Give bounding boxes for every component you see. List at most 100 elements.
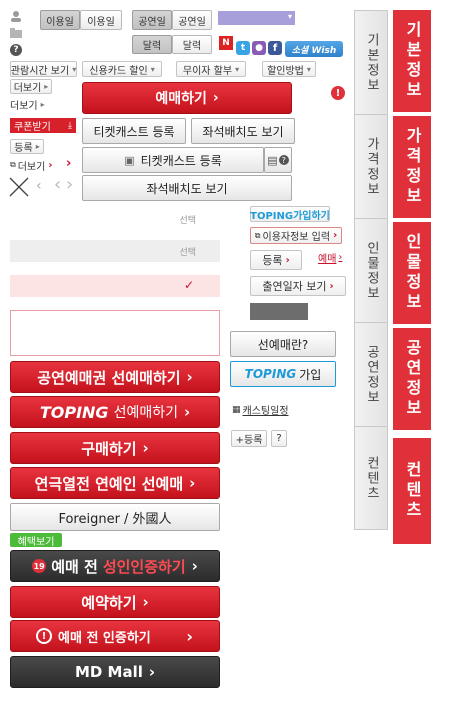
more-link-3[interactable]: ⧉ 더보기 › bbox=[10, 158, 52, 173]
date-toggle-on[interactable]: 이용일 bbox=[40, 10, 80, 30]
side-register-button[interactable]: 등록 › bbox=[250, 250, 302, 270]
perf-toggle-on[interactable]: 공연일 bbox=[132, 10, 172, 30]
tab-perf-info-red-label: 공연정보 bbox=[403, 339, 422, 419]
chevron-down-icon: ▾ bbox=[72, 64, 77, 74]
tab-perf-info-red[interactable]: 공연정보 bbox=[393, 328, 431, 432]
perf-toggle-off[interactable]: 공연일 bbox=[172, 10, 212, 30]
ticketcast-register-button[interactable]: 티켓캐스트 등록 bbox=[82, 118, 186, 144]
select-field-2[interactable]: 선택 bbox=[10, 240, 220, 262]
purchase-button[interactable]: 구매하기 › bbox=[10, 432, 220, 464]
arrow-left-icon[interactable]: ‹ bbox=[36, 178, 42, 194]
user-info-button[interactable]: ⧉ 이용자정보 입력 › bbox=[250, 227, 342, 244]
tab-perf-info-grey[interactable]: 공연정보 bbox=[354, 322, 388, 426]
adult-verify-button[interactable]: 19 예매 전 성인인증하기 › bbox=[10, 550, 220, 582]
toping-join-label: 가입 bbox=[299, 367, 322, 382]
casting-schedule-link[interactable]: ▦ 캐스팅일정 bbox=[232, 402, 289, 418]
plus-register-button[interactable]: +등록 bbox=[231, 430, 267, 447]
naver-blog-icon[interactable]: N bbox=[219, 36, 233, 50]
seat-view-button[interactable]: 좌석배치도 보기 bbox=[191, 118, 295, 144]
help-icon[interactable]: ? bbox=[10, 44, 22, 56]
calendar-toggle-off[interactable]: 달력 bbox=[172, 35, 212, 54]
ticketcast-register-label: 티켓캐스트 등록 bbox=[93, 124, 175, 139]
tab-people-info-red[interactable]: 인물정보 bbox=[393, 222, 431, 326]
coupon-button[interactable]: 쿠폰받기 ⤓ bbox=[10, 118, 76, 133]
viewing-time-button[interactable]: 관람시간 보기 ▾ bbox=[10, 61, 77, 77]
tab-basic-info-red[interactable]: 기본정보 bbox=[393, 10, 431, 114]
tab-contents-red[interactable]: 컨텐츠 bbox=[393, 438, 431, 544]
register-button[interactable]: 등록 ▸ bbox=[10, 139, 44, 154]
md-mall-label: MD Mall bbox=[74, 663, 143, 681]
calendar-toggle-on[interactable]: 달력 bbox=[132, 35, 172, 54]
tab-contents-grey[interactable]: 컨텐츠 bbox=[354, 426, 388, 530]
tab-people-info-grey[interactable]: 인물정보 bbox=[354, 218, 388, 322]
tab-basic-info-grey[interactable]: 기본정보 bbox=[354, 10, 388, 114]
ticket-presale-button[interactable]: 공연예매권 선예매하기 › bbox=[10, 361, 220, 393]
twitter-icon[interactable]: t bbox=[236, 41, 250, 55]
tab-price-info-grey[interactable]: 가격정보 bbox=[354, 114, 388, 218]
purchase-label: 구매하기 bbox=[81, 439, 137, 458]
select-field-1[interactable]: 선택 bbox=[10, 208, 220, 230]
tab-people-info-red-label: 인물정보 bbox=[403, 233, 422, 313]
tab-contents-red-label: 컨텐츠 bbox=[403, 461, 422, 521]
appearance-date-button[interactable]: 출연일자 보기 › bbox=[250, 276, 346, 296]
perf-toggle-off-label: 공연일 bbox=[178, 16, 206, 28]
benefit-label: 혜택보기 bbox=[17, 536, 55, 548]
toping-presale-button[interactable]: TOPING 선예매하기 › bbox=[10, 396, 220, 428]
discount-method-button[interactable]: 할인방법 ▾ bbox=[262, 61, 316, 77]
reserve-button[interactable]: 예매하기 › bbox=[82, 82, 292, 114]
viewing-time-label: 관람시간 보기 bbox=[10, 65, 70, 77]
date-toggle-off[interactable]: 이용일 bbox=[80, 10, 122, 30]
chevron-right-icon: › bbox=[186, 626, 193, 646]
tab-price-info-red[interactable]: 가격정보 bbox=[393, 116, 431, 220]
verify-before-button[interactable]: ! 예매 전 인증하기 › bbox=[10, 620, 220, 652]
foreigner-button[interactable]: Foreigner / 外國人 bbox=[10, 503, 220, 531]
chevron-right-icon: › bbox=[285, 254, 290, 266]
reserve-text-link[interactable]: 예매 › bbox=[318, 250, 342, 265]
facebook-icon[interactable]: f bbox=[268, 41, 282, 55]
chevron-right-icon: › bbox=[333, 230, 338, 241]
chevron-right-icon: › bbox=[186, 368, 193, 386]
more-button-1[interactable]: 더보기 ▸ bbox=[10, 79, 52, 94]
person-icon bbox=[10, 10, 22, 22]
installment-button[interactable]: 무이자 할부 ▾ bbox=[176, 61, 246, 77]
arrow-left-light-icon[interactable]: ‹ bbox=[54, 174, 61, 195]
chevron-right-icon: › bbox=[183, 403, 191, 421]
booking-button[interactable]: 예약하기 › bbox=[10, 586, 220, 618]
toping-join-small-button[interactable]: TOPING가입하기 bbox=[250, 206, 330, 222]
ticket-presale-label: 공연예매권 선예매하기 bbox=[37, 368, 181, 387]
me2day-icon[interactable]: ● bbox=[252, 41, 266, 55]
card-discount-button[interactable]: 신용카드 할인 ▾ bbox=[82, 61, 162, 77]
adult-prefix-label: 예매 전 bbox=[51, 557, 98, 576]
purple-select[interactable]: ▾ bbox=[218, 11, 295, 25]
ticketcast-register-wide-button[interactable]: ▣ 티켓캐스트 등록 bbox=[82, 147, 264, 173]
discount-method-label: 할인방법 bbox=[267, 65, 304, 77]
pre-sale-question-button[interactable]: 선예매란? bbox=[230, 331, 336, 357]
register-label: 등록 bbox=[14, 143, 33, 154]
installment-label: 무이자 할부 bbox=[182, 65, 233, 77]
benefit-button[interactable]: 혜택보기 bbox=[10, 533, 62, 548]
more-label-2: 더보기 bbox=[10, 100, 38, 112]
ticketcast-help-button[interactable]: ▤ ? bbox=[264, 147, 292, 173]
chevron-right-icon: › bbox=[148, 663, 156, 681]
toping-join-button[interactable]: TOPING 가입 bbox=[230, 361, 336, 387]
small-help-button[interactable]: ? bbox=[271, 430, 287, 447]
check-icon: ✓ bbox=[183, 278, 194, 292]
chevron-down-icon: ▾ bbox=[287, 12, 292, 21]
chevron-right-icon: ▸ bbox=[44, 82, 49, 91]
social-wish-button[interactable]: 소셜 Wish bbox=[285, 41, 343, 57]
selected-option-field[interactable]: ✓ bbox=[10, 275, 220, 297]
more-link-2[interactable]: 더보기 ▸ bbox=[10, 97, 45, 112]
seat-view-wide-button[interactable]: 좌석배치도 보기 bbox=[82, 175, 292, 201]
close-icon[interactable] bbox=[8, 176, 30, 198]
tab-people-info-grey-label: 인물정보 bbox=[364, 240, 379, 301]
help-circle-icon: ? bbox=[278, 155, 289, 165]
md-mall-button[interactable]: MD Mall › bbox=[10, 656, 220, 688]
side-register-label: 등록 bbox=[262, 254, 283, 267]
age-19-label: 19 bbox=[33, 561, 45, 571]
tab-perf-info-grey-label: 공연정보 bbox=[364, 344, 379, 405]
celebrity-presale-button[interactable]: 연극열전 연예인 선예매 › bbox=[10, 467, 220, 499]
chevron-right-icon[interactable]: › bbox=[66, 156, 71, 171]
social-wish-label: 소셜 Wish bbox=[291, 45, 337, 56]
arrow-right-light-icon[interactable]: › bbox=[66, 174, 73, 195]
textarea-box[interactable] bbox=[10, 310, 220, 356]
